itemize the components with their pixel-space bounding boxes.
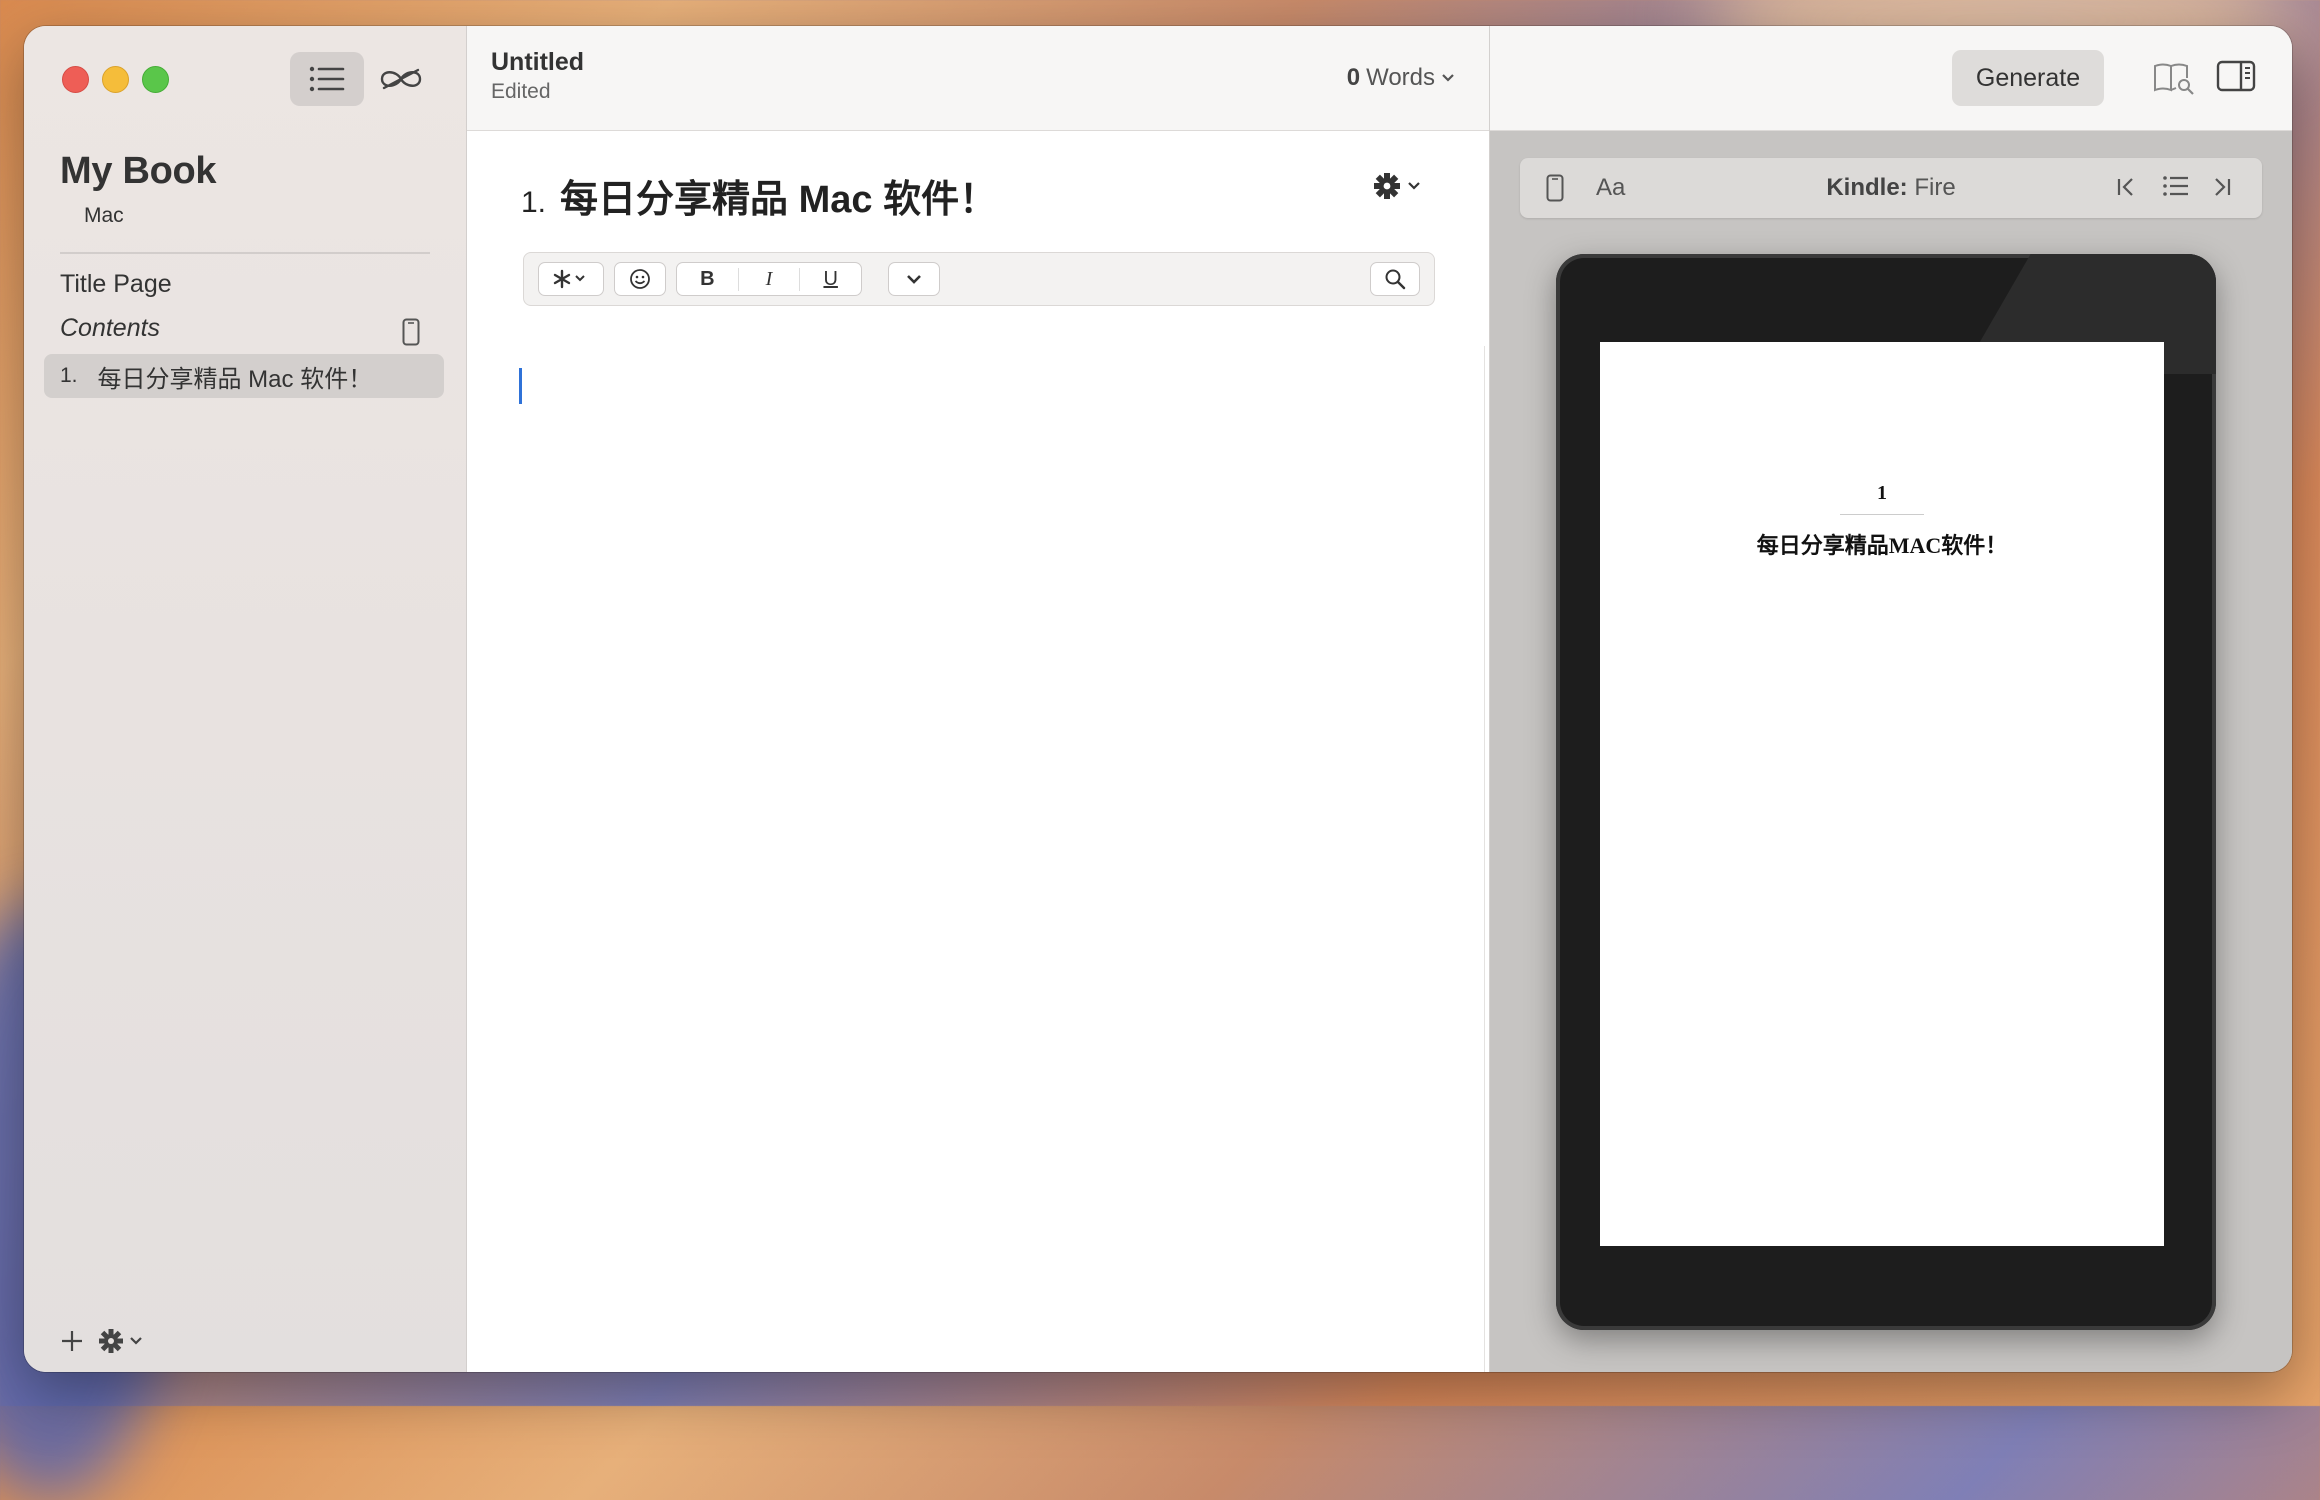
skip-to-end-icon bbox=[2215, 178, 2231, 196]
device-name: Kindle: Fire bbox=[1520, 174, 2262, 202]
underline-button[interactable]: U bbox=[800, 268, 861, 291]
document-title[interactable]: Untitled bbox=[491, 48, 584, 77]
sidebar-right-icon bbox=[2216, 60, 2256, 92]
chapter-heading[interactable]: 1. 每日分享精品 Mac 软件！ bbox=[521, 168, 997, 223]
preview-toolbar: Aa Kindle: Fire bbox=[1520, 158, 2262, 218]
chevron-down-icon bbox=[907, 275, 921, 284]
document-status: Edited bbox=[491, 80, 551, 103]
preview-chapter-title: 每日分享精品MAC软件！ bbox=[1756, 533, 2008, 558]
phone-icon bbox=[402, 318, 420, 346]
editor-margin-line bbox=[1484, 346, 1485, 1372]
chapter-heading-number: 1. bbox=[521, 186, 547, 219]
text-style-group: B I U bbox=[676, 262, 862, 296]
editor-pane: Untitled Edited 0 Words 1. 每日分享精品 Mac 软件… bbox=[467, 26, 1490, 1372]
sidebar-item-contents[interactable]: Contents bbox=[60, 314, 160, 343]
word-count: 0 bbox=[1346, 64, 1361, 91]
sidebar-item-chapter[interactable]: 1. 每日分享精品 Mac 软件！ bbox=[44, 354, 444, 398]
preview-chapter-number: 1 bbox=[1877, 482, 1887, 504]
preview-pane: Generate Aa Kindle: Fire 1 每日分享精品MAC软件！ bbox=[1490, 26, 2292, 1372]
preview-header: Generate bbox=[1490, 26, 2292, 131]
style-menu-button[interactable] bbox=[538, 262, 604, 296]
preview-chapter-rule bbox=[1840, 514, 1924, 515]
generate-button[interactable]: Generate bbox=[1952, 50, 2104, 106]
sidebar-footer bbox=[60, 1328, 146, 1354]
italic-button[interactable]: I bbox=[739, 267, 801, 291]
gear-icon bbox=[1374, 173, 1400, 199]
gear-menu-icon[interactable] bbox=[98, 1328, 146, 1354]
first-page-button[interactable] bbox=[2114, 174, 2138, 205]
list-view-button[interactable] bbox=[290, 52, 364, 106]
device-preview-icon[interactable] bbox=[402, 318, 420, 351]
toggle-inspector-button[interactable] bbox=[2216, 60, 2256, 97]
book-author[interactable]: Mac bbox=[84, 204, 124, 228]
word-count-dropdown[interactable]: 0 Words bbox=[1347, 64, 1455, 92]
book-title[interactable]: My Book bbox=[60, 150, 217, 193]
formatting-toolbar: B I U bbox=[523, 252, 1435, 306]
smiley-icon bbox=[630, 269, 650, 289]
bold-button[interactable]: B bbox=[677, 267, 739, 291]
chapter-title: 每日分享精品 Mac 软件！ bbox=[97, 365, 373, 393]
chevron-down-icon bbox=[1442, 74, 1454, 82]
sidebar-item-title-page[interactable]: Title Page bbox=[60, 270, 172, 299]
book-search-button[interactable] bbox=[2152, 60, 2196, 101]
close-window-button[interactable] bbox=[62, 66, 89, 93]
add-icon[interactable] bbox=[60, 1329, 84, 1353]
table-of-contents-button[interactable] bbox=[2162, 174, 2190, 203]
word-label: Words bbox=[1366, 64, 1435, 91]
list-icon bbox=[309, 66, 345, 92]
divider bbox=[60, 252, 430, 254]
chapter-number: 1. bbox=[60, 364, 78, 387]
search-button[interactable] bbox=[1370, 262, 1420, 296]
app-window: My Book Mac Title Page Contents 1. 每日分享精… bbox=[24, 26, 2292, 1372]
emoji-button[interactable] bbox=[614, 262, 666, 296]
chevron-down-icon bbox=[1408, 182, 1420, 190]
search-icon bbox=[1385, 269, 1406, 290]
kindle-device-frame: 1 每日分享精品MAC软件！ bbox=[1556, 254, 2216, 1330]
sidebar: My Book Mac Title Page Contents 1. 每日分享精… bbox=[24, 26, 467, 1372]
maximize-window-button[interactable] bbox=[142, 66, 169, 93]
device-brand: Kindle: bbox=[1826, 174, 1908, 201]
infinity-link-icon bbox=[380, 68, 422, 90]
last-page-button[interactable] bbox=[2210, 174, 2234, 205]
chapter-settings-menu[interactable] bbox=[1373, 172, 1421, 200]
linked-view-button[interactable] bbox=[364, 52, 438, 106]
list-icon bbox=[2163, 176, 2188, 196]
more-formatting-button[interactable] bbox=[888, 262, 940, 296]
book-search-icon bbox=[2154, 63, 2194, 95]
editor-header: Untitled Edited 0 Words bbox=[467, 26, 1489, 131]
editor-text-area[interactable] bbox=[467, 344, 1483, 1372]
kindle-page-preview[interactable]: 1 每日分享精品MAC软件！ bbox=[1600, 342, 2164, 1246]
asterisk-icon bbox=[553, 269, 585, 289]
skip-to-start-icon bbox=[2117, 178, 2133, 196]
chapter-heading-title: 每日分享精品 Mac 软件！ bbox=[560, 179, 998, 221]
device-model: Fire bbox=[1914, 174, 1956, 201]
minimize-window-button[interactable] bbox=[102, 66, 129, 93]
